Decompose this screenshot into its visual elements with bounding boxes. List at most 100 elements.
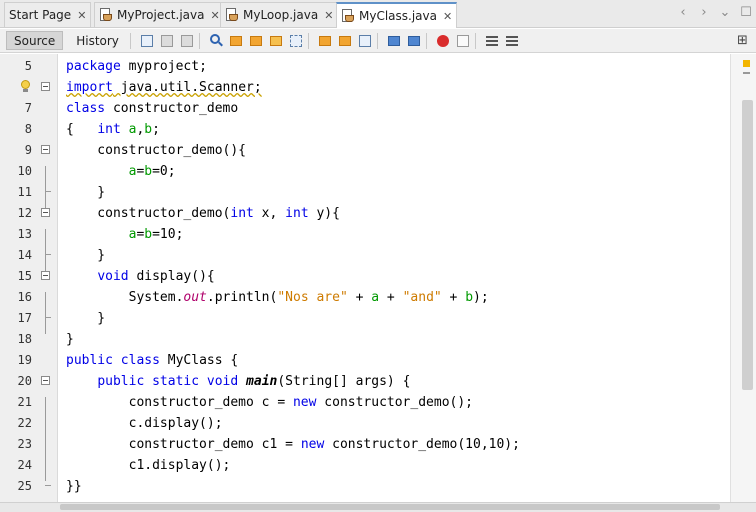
split-window-icon[interactable]: ⊞: [734, 33, 750, 49]
fold-toggle-icon[interactable]: [41, 376, 50, 385]
close-icon[interactable]: ✕: [77, 9, 86, 22]
code-text: constructor_demo(int x, int y){: [66, 206, 340, 221]
java-file-icon: [99, 8, 113, 22]
code-line: 25 }}: [0, 476, 730, 497]
toolbar-separator: [307, 32, 309, 49]
toggle-bookmark-icon[interactable]: [357, 33, 373, 49]
code-line: 20 public static void main(String[] args…: [0, 371, 730, 392]
close-icon[interactable]: ✕: [324, 9, 333, 22]
editor-toolbar: Source History ⊞: [0, 29, 756, 53]
prev-bookmark-icon[interactable]: [317, 33, 333, 49]
tab-label: MyLoop.java: [243, 8, 319, 22]
line-number: 24: [17, 458, 32, 472]
record-macro-icon[interactable]: [435, 33, 451, 49]
code-line: 12 constructor_demo(int x, int y){: [0, 203, 730, 224]
toggle-highlight-icon[interactable]: [268, 33, 284, 49]
uncomment-icon[interactable]: [504, 33, 520, 49]
line-number: 20: [17, 374, 32, 388]
editor-tab-bar: Start Page ✕ MyProject.java ✕ MyLoop.jav…: [0, 0, 756, 28]
code-line: 23 constructor_demo c1 = new constructor…: [0, 434, 730, 455]
warning-marker-icon[interactable]: [743, 60, 750, 67]
fold-toggle-icon[interactable]: [41, 145, 50, 154]
code-text: }: [66, 185, 106, 200]
java-file-icon: [225, 8, 239, 22]
toolbar-separator: [376, 32, 378, 49]
code-line: 15 void display(){: [0, 266, 730, 287]
code-line: 11 }: [0, 182, 730, 203]
code-text: }: [66, 248, 106, 263]
stop-macro-icon[interactable]: [455, 33, 471, 49]
code-line: 13 a=b=10;: [0, 224, 730, 245]
code-line: 16 System.out.println("Nos are" + a + "a…: [0, 287, 730, 308]
line-number: 19: [17, 353, 32, 367]
code-line: 14 }: [0, 245, 730, 266]
code-text: void display(){: [97, 269, 215, 284]
line-number: 10: [17, 164, 32, 178]
tab-myproject-java[interactable]: MyProject.java ✕: [94, 2, 225, 27]
maximize-icon[interactable]: ☐: [740, 5, 752, 20]
code-line: 19 public class MyClass {: [0, 350, 730, 371]
tab-label: MyClass.java: [359, 9, 437, 23]
shift-left-icon[interactable]: [386, 33, 402, 49]
toolbar-separator: [129, 32, 131, 49]
shift-right-icon[interactable]: [406, 33, 422, 49]
line-number: 25: [17, 479, 32, 493]
line-number: 22: [17, 416, 32, 430]
code-text: public static void main(String[] args) {: [97, 374, 411, 389]
chevron-down-icon[interactable]: ⌄: [719, 5, 731, 20]
code-text: public class MyClass {: [66, 353, 239, 368]
code-line: 5 package myproject;: [0, 56, 730, 77]
tab-myloop-java[interactable]: MyLoop.java ✕: [220, 2, 339, 27]
code-text: package myproject;: [66, 59, 207, 74]
toolbar-separator: [425, 32, 427, 49]
next-bookmark-icon[interactable]: [337, 33, 353, 49]
toolbar-separator: [198, 32, 200, 49]
code-line: 22 c.display();: [0, 413, 730, 434]
back-icon[interactable]: [159, 33, 175, 49]
tab-navigation: ‹ › ⌄ ☐: [677, 5, 752, 20]
code-line: import java.util.Scanner; 6: [0, 77, 730, 98]
fold-toggle-icon[interactable]: [41, 271, 50, 280]
java-file-icon: [341, 9, 355, 23]
code-text: class constructor_demo: [66, 101, 239, 116]
select-icon[interactable]: [288, 33, 304, 49]
source-button[interactable]: Source: [6, 31, 64, 50]
line-number: 7: [24, 101, 32, 115]
comment-icon[interactable]: [484, 33, 500, 49]
close-icon[interactable]: ✕: [443, 10, 452, 23]
code-text: }: [66, 332, 74, 347]
last-edit-icon[interactable]: [139, 33, 155, 49]
tab-myclass-java[interactable]: MyClass.java ✕: [336, 2, 458, 28]
find-prev-icon[interactable]: [228, 33, 244, 49]
line-number: 23: [17, 437, 32, 451]
lightbulb-hint-icon[interactable]: [20, 80, 30, 94]
line-number: 9: [24, 143, 32, 157]
code-line: 18 }: [0, 329, 730, 350]
code-text: a=b=10;: [128, 227, 184, 242]
line-number: 11: [17, 185, 32, 199]
code-text: constructor_demo c1 = new constructor_de…: [66, 437, 520, 452]
caret-marker: [743, 72, 750, 74]
code-editor[interactable]: 5 package myproject; import java.util.Sc…: [0, 54, 756, 502]
fold-toggle-icon[interactable]: [41, 82, 50, 91]
fold-toggle-icon[interactable]: [41, 208, 50, 217]
line-number: 6: [0, 77, 18, 98]
find-next-icon[interactable]: [248, 33, 264, 49]
code-text: }: [66, 311, 106, 326]
code-text: c.display();: [66, 416, 223, 431]
chevron-right-icon[interactable]: ›: [698, 5, 710, 20]
code-line: 21 constructor_demo c = new constructor_…: [0, 392, 730, 413]
code-text: constructor_demo c = new constructor_dem…: [66, 395, 474, 410]
vertical-scroll-thumb[interactable]: [742, 100, 753, 390]
search-icon[interactable]: [208, 33, 224, 49]
line-number: 14: [17, 248, 32, 262]
code-line: 7 class constructor_demo: [0, 98, 730, 119]
line-number: 13: [17, 227, 32, 241]
forward-icon[interactable]: [179, 33, 195, 49]
history-button[interactable]: History: [69, 31, 126, 50]
close-icon[interactable]: ✕: [210, 9, 219, 22]
code-line: 10 a=b=0;: [0, 161, 730, 182]
tab-start-page[interactable]: Start Page ✕: [4, 2, 92, 27]
chevron-left-icon[interactable]: ‹: [677, 5, 689, 20]
horizontal-scroll-thumb[interactable]: [60, 504, 720, 510]
